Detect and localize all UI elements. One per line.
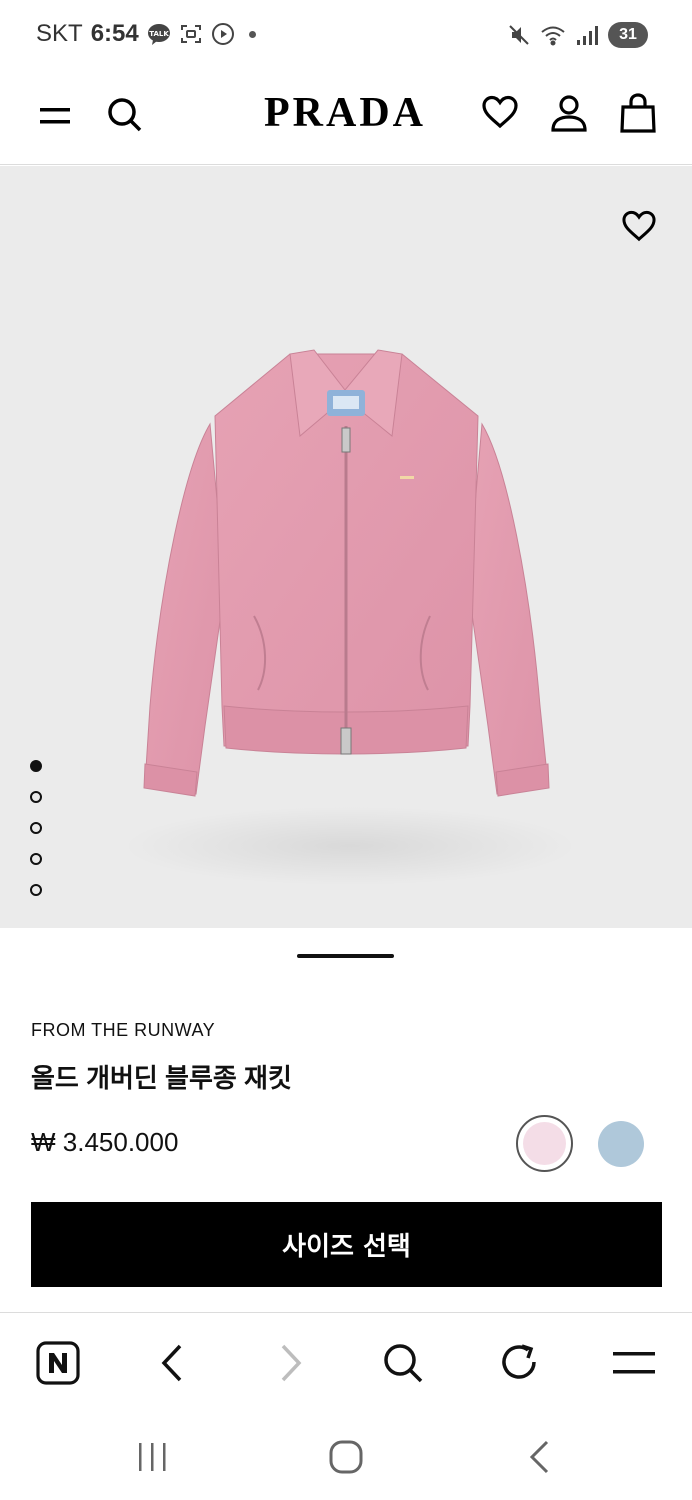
talk-badge-text: TALK — [149, 30, 169, 38]
prada-logo[interactable]: PRADA — [245, 88, 445, 138]
gallery-dot-4[interactable] — [30, 853, 42, 865]
menu-icon — [613, 1352, 655, 1374]
clock: 6:54 — [90, 20, 139, 47]
battery-indicator: 31 — [608, 22, 648, 48]
wifi-icon — [541, 26, 565, 46]
account-button[interactable] — [546, 90, 592, 136]
forward-icon — [281, 1344, 302, 1382]
gallery-pagination — [30, 760, 42, 915]
color-swatch-pink[interactable] — [516, 1115, 573, 1172]
home-button[interactable] — [321, 1432, 371, 1482]
collection-label: FROM THE RUNWAY — [31, 1020, 216, 1040]
browser-forward-button[interactable] — [262, 1335, 318, 1391]
browser-toolbar — [0, 1312, 692, 1412]
search-icon — [384, 1344, 423, 1383]
bottom-sheet-handle[interactable] — [297, 954, 394, 958]
mute-icon — [509, 25, 529, 45]
product-image-jacket[interactable] — [0, 166, 692, 928]
account-icon — [551, 95, 587, 132]
back-icon — [161, 1344, 182, 1382]
product-title: 올드 개버딘 블루종 재킷 — [31, 1063, 292, 1093]
status-right: 31 — [508, 22, 648, 48]
browser-refresh-button[interactable] — [491, 1335, 547, 1391]
heart-icon — [482, 95, 518, 129]
home-icon — [329, 1440, 363, 1474]
status-left: SKT 6:54 TALK — [36, 20, 256, 48]
notification-dot — [248, 30, 256, 38]
kakaotalk-icon: TALK — [147, 24, 170, 45]
cart-button[interactable] — [616, 90, 660, 136]
browser-search-button[interactable] — [375, 1335, 431, 1391]
naver-home-button[interactable] — [30, 1335, 86, 1391]
gallery-dot-1[interactable] — [30, 760, 42, 772]
menu-button[interactable] — [34, 95, 76, 137]
menu-icon — [40, 108, 70, 124]
gallery-dot-5[interactable] — [30, 884, 42, 896]
signal-icon — [577, 26, 598, 45]
add-to-wishlist-button[interactable] — [618, 206, 660, 246]
product-image-gallery[interactable] — [0, 166, 692, 928]
system-back-button[interactable] — [515, 1432, 565, 1482]
shopping-bag-icon — [620, 93, 656, 133]
site-header: PRADA — [0, 70, 692, 165]
media-play-icon — [211, 23, 234, 45]
product-price: ₩ 3.450.000 — [31, 1127, 179, 1157]
system-navigation-bar — [0, 1412, 692, 1500]
search-button[interactable] — [102, 92, 146, 136]
wishlist-button[interactable] — [478, 90, 522, 134]
carrier-label: SKT — [36, 20, 83, 47]
browser-back-button[interactable] — [145, 1335, 201, 1391]
back-icon — [529, 1440, 549, 1474]
screenshot-icon — [180, 25, 201, 43]
heart-icon — [622, 210, 656, 242]
browser-menu-button[interactable] — [606, 1335, 662, 1391]
search-icon — [108, 98, 142, 132]
refresh-icon — [502, 1344, 536, 1379]
select-size-button[interactable]: 사이즈 선택 — [31, 1202, 662, 1287]
gallery-dot-3[interactable] — [30, 822, 42, 834]
naver-icon — [36, 1341, 80, 1385]
status-bar: SKT 6:54 TALK 31 — [0, 0, 692, 70]
color-swatch-pink-fill — [523, 1122, 566, 1165]
color-swatch-light-blue[interactable] — [598, 1121, 644, 1167]
recent-apps-icon — [139, 1443, 166, 1471]
gallery-dot-2[interactable] — [30, 791, 42, 803]
recent-apps-button[interactable] — [127, 1432, 177, 1482]
